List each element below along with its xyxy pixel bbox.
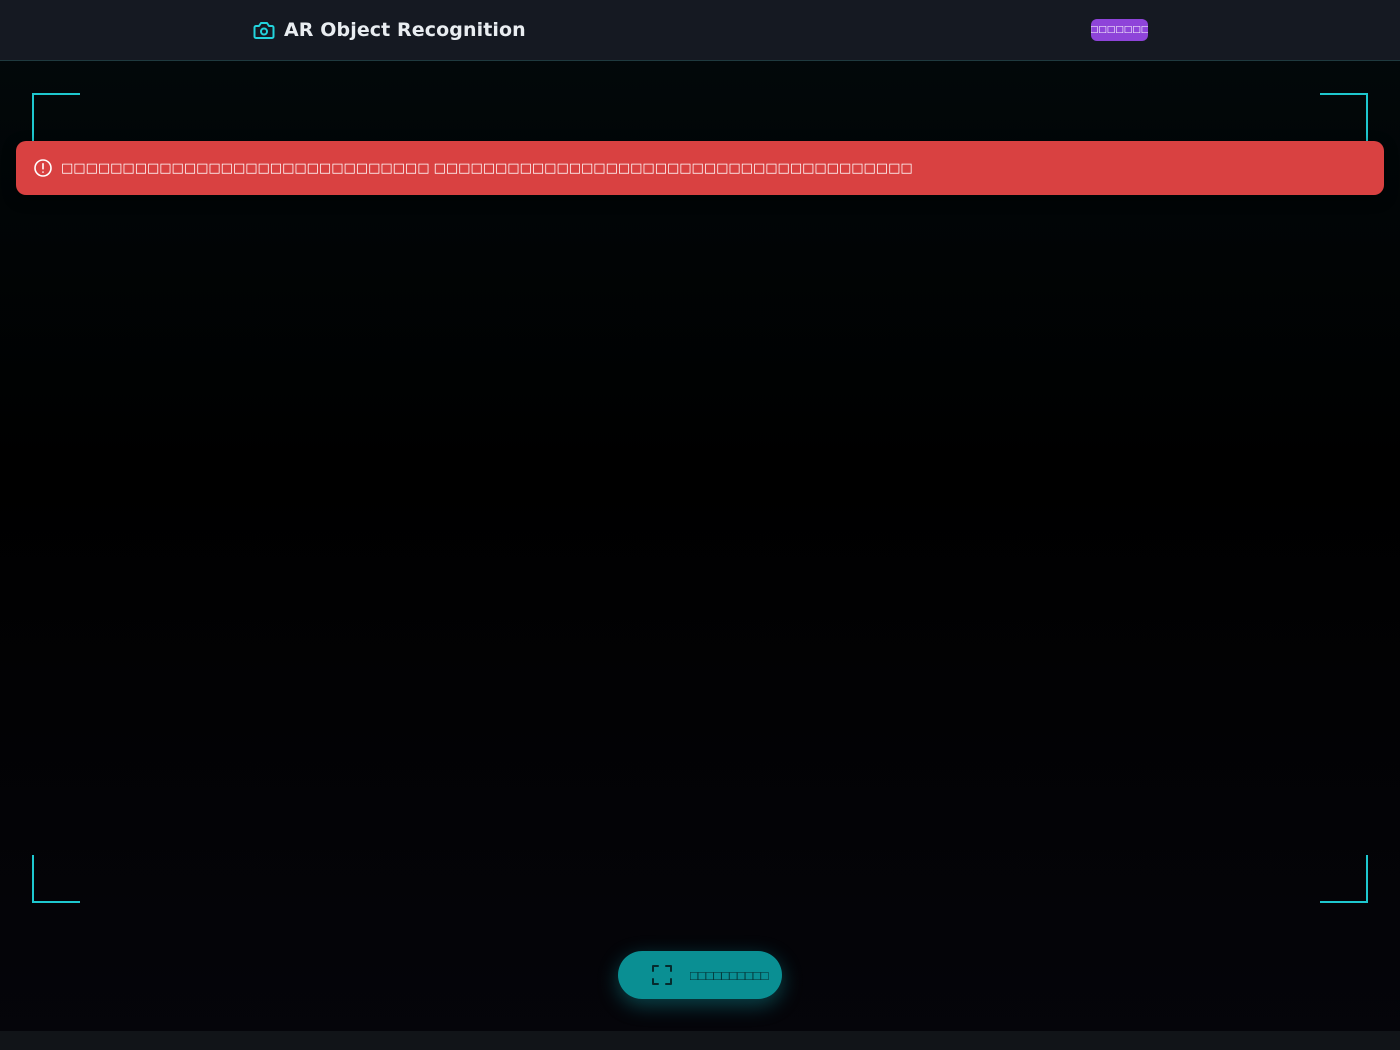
scan-frame-icon (650, 963, 674, 987)
viewfinder-corner-bottom-right (1320, 855, 1368, 903)
scan-button[interactable]: □□□□□□□□□□ (618, 951, 782, 999)
app-root: AR Object Recognition □□□□□□□ □□□□□□□□□□… (0, 0, 1400, 1050)
app-header: AR Object Recognition □□□□□□□ (0, 0, 1400, 61)
status-badge: □□□□□□□ (1091, 19, 1148, 41)
viewfinder-corner-top-left (32, 93, 80, 141)
camera-icon (252, 18, 276, 42)
brand: AR Object Recognition (252, 18, 526, 42)
bottom-bar (0, 1031, 1400, 1050)
alert-message: □□□□□□□□□□□□□□□□□□□□□□□□□□□□□□ □□□□□□□□□… (61, 160, 913, 176)
error-alert: □□□□□□□□□□□□□□□□□□□□□□□□□□□□□□ □□□□□□□□□… (16, 141, 1384, 195)
alert-circle-icon (33, 158, 53, 178)
page-title: AR Object Recognition (284, 19, 526, 41)
viewfinder-corner-top-right (1320, 93, 1368, 141)
viewfinder-corner-bottom-left (32, 855, 80, 903)
scan-button-label: □□□□□□□□□□ (690, 967, 769, 983)
